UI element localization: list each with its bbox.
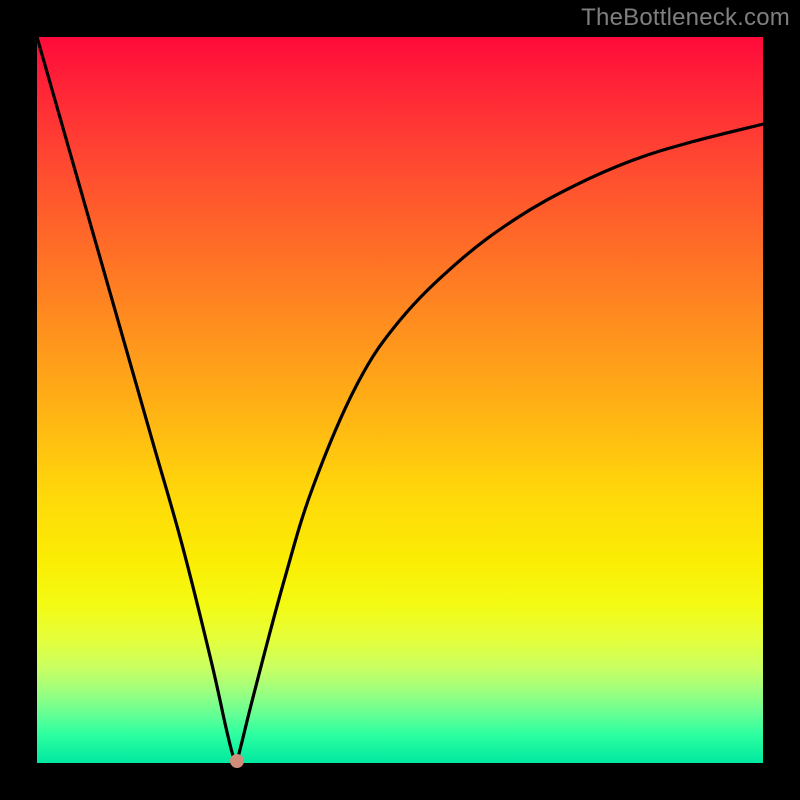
curve-path xyxy=(37,37,763,761)
chart-frame: TheBottleneck.com xyxy=(0,0,800,800)
bottleneck-curve xyxy=(37,37,763,763)
plot-area xyxy=(37,37,763,763)
watermark-label: TheBottleneck.com xyxy=(581,4,790,32)
optimal-marker xyxy=(230,754,244,768)
